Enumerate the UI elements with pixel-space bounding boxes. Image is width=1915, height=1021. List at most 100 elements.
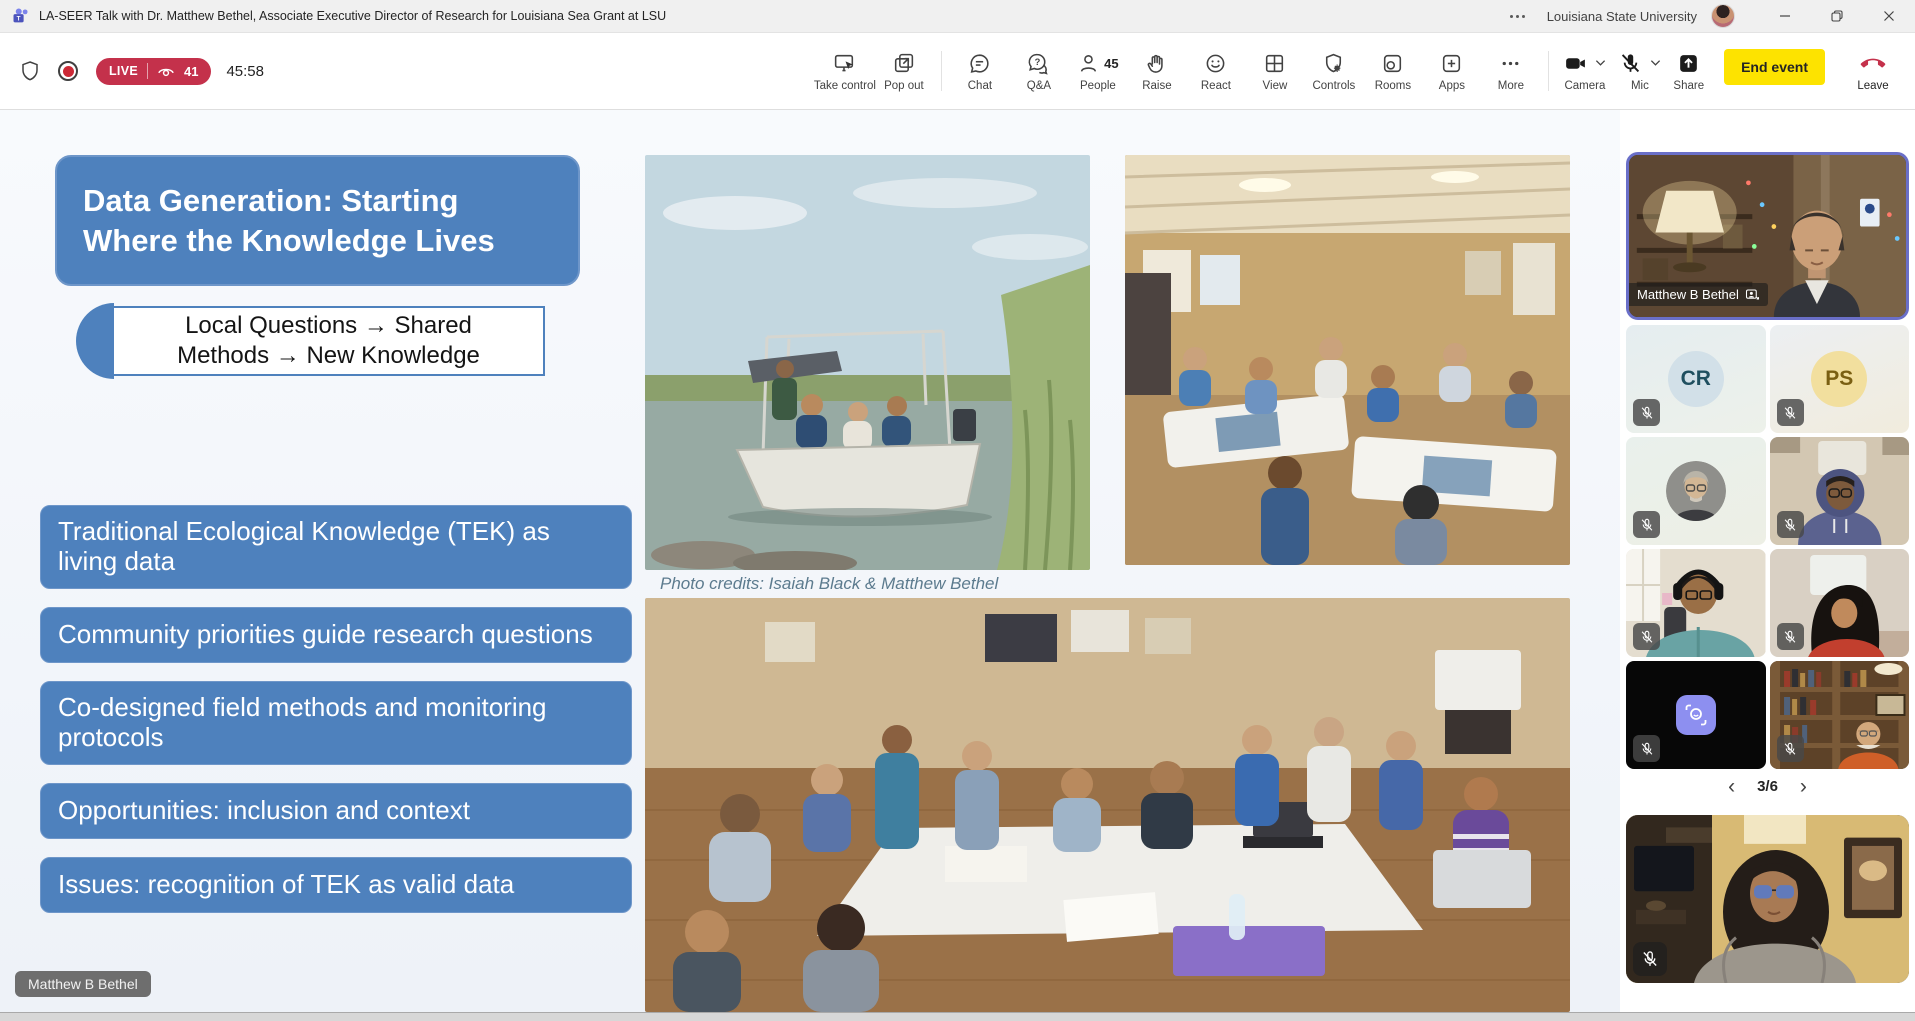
meeting-toolbar: LIVE 41 45:58 Take control <box>0 33 1915 110</box>
self-view-scene <box>1626 815 1909 983</box>
people-count-badge: 45 <box>1104 51 1118 76</box>
mic-muted-icon <box>1639 741 1655 757</box>
qa-button[interactable]: ? Q&A <box>1009 51 1068 92</box>
react-smiley-icon <box>1203 51 1228 76</box>
photo-boat-fieldwork <box>645 155 1090 570</box>
raise-hand-button[interactable]: Raise <box>1127 51 1186 92</box>
mic-button[interactable]: Mic <box>1618 51 1661 92</box>
mic-muted-badge <box>1633 399 1660 426</box>
react-button[interactable]: React <box>1186 51 1245 92</box>
participant-initials-avatar: PS <box>1811 351 1867 407</box>
camera-button[interactable]: Camera <box>1563 51 1606 92</box>
restore-icon <box>1831 10 1843 22</box>
mic-chevron-down-icon[interactable] <box>1650 59 1661 67</box>
prev-page-icon[interactable]: ‹ <box>1722 774 1741 799</box>
view-button[interactable]: View <box>1245 51 1304 92</box>
recording-indicator-icon <box>58 61 78 81</box>
bottom-edge-bar <box>0 1012 1915 1021</box>
chat-button[interactable]: Chat <box>950 51 1009 92</box>
apps-button[interactable]: Apps <box>1422 51 1481 92</box>
close-icon <box>1883 10 1895 22</box>
mic-muted-icon <box>1639 405 1655 421</box>
people-icon <box>1077 51 1102 76</box>
live-label: LIVE <box>109 64 138 78</box>
mic-muted-icon <box>1639 629 1655 645</box>
titlebar-more-icon[interactable] <box>1506 11 1529 22</box>
next-page-icon[interactable]: › <box>1794 774 1813 799</box>
mic-muted-badge <box>1777 511 1804 538</box>
slide-bullet: Traditional Ecological Knowledge (TEK) a… <box>40 505 632 589</box>
mic-muted-icon <box>1782 741 1798 757</box>
more-dots-icon <box>1498 51 1523 76</box>
mic-muted-badge <box>1633 942 1667 976</box>
minimize-icon <box>1779 10 1791 22</box>
viewer-count: 41 <box>184 64 198 79</box>
apps-plus-icon <box>1439 51 1464 76</box>
participant-initials-avatar: CR <box>1668 351 1724 407</box>
rooms-icon <box>1380 51 1405 76</box>
participant-tile-initials[interactable]: PS <box>1770 325 1910 433</box>
slide-bullet: Opportunities: inclusion and context <box>40 783 632 839</box>
pop-out-button[interactable]: Pop out <box>874 51 933 92</box>
slide-bullet: Co-designed field methods and monitoring… <box>40 681 632 765</box>
mic-muted-badge <box>1633 735 1660 762</box>
participant-tile-video[interactable] <box>1626 549 1766 657</box>
participant-grid: CR PS <box>1626 325 1909 769</box>
mic-muted-icon <box>1782 405 1798 421</box>
slide-bullet-list: Traditional Ecological Knowledge (TEK) a… <box>40 505 632 913</box>
titlebar: T LA-SEER Talk with Dr. Matthew Bethel, … <box>0 0 1915 33</box>
meeting-timer: 45:58 <box>226 63 264 80</box>
participant-photo-avatar <box>1666 461 1726 521</box>
participant-tile-avatar-photo[interactable] <box>1626 437 1766 545</box>
privacy-shield-icon[interactable] <box>18 59 42 83</box>
mic-muted-badge <box>1777 399 1804 426</box>
self-view-tile[interactable] <box>1626 815 1909 983</box>
mic-muted-badge <box>1777 623 1804 650</box>
svg-text:T: T <box>17 15 21 22</box>
user-avatar[interactable] <box>1711 4 1735 28</box>
rooms-button[interactable]: Rooms <box>1363 51 1422 92</box>
camera-icon <box>1563 51 1588 76</box>
meeting-title: LA-SEER Talk with Dr. Matthew Bethel, As… <box>39 9 666 23</box>
chat-icon <box>967 51 992 76</box>
slide-title: Data Generation: Starting Where the Know… <box>55 155 580 286</box>
viewers-eye-icon <box>157 65 175 78</box>
mic-muted-icon <box>1640 949 1660 969</box>
participant-tile-video[interactable] <box>1770 549 1910 657</box>
more-button[interactable]: More <box>1481 51 1540 92</box>
participant-tile-video[interactable] <box>1770 661 1910 769</box>
pop-out-icon <box>891 51 916 76</box>
close-button[interactable] <box>1863 0 1915 33</box>
participant-tile-video[interactable] <box>1770 437 1910 545</box>
screen-control-icon <box>832 51 857 76</box>
speaker-name-tag: Matthew B Bethel <box>1629 283 1768 306</box>
restore-button[interactable] <box>1811 0 1863 33</box>
participant-pager: ‹ 3/6 › <box>1620 774 1915 799</box>
participant-tile-initials[interactable]: CR <box>1626 325 1766 433</box>
share-button[interactable]: Share <box>1673 51 1704 92</box>
minimize-button[interactable] <box>1759 0 1811 33</box>
participants-rail: Matthew B Bethel CR PS <box>1620 110 1915 1012</box>
raise-hand-icon <box>1144 51 1169 76</box>
end-event-button[interactable]: End event <box>1724 49 1825 85</box>
slide-bullet: Issues: recognition of TEK as valid data <box>40 857 632 913</box>
presenter-name-tag: Matthew B Bethel <box>15 971 151 997</box>
photo-community-workshop <box>1125 155 1570 565</box>
take-control-button[interactable]: Take control <box>815 51 874 92</box>
mic-muted-icon <box>1639 517 1655 533</box>
mic-muted-icon <box>1782 517 1798 533</box>
speaker-video-tile[interactable]: Matthew B Bethel <box>1626 152 1909 320</box>
org-name: Louisiana State University <box>1547 9 1697 24</box>
camera-chevron-down-icon[interactable] <box>1595 59 1606 67</box>
controls-shield-gear-icon <box>1321 51 1346 76</box>
leave-button[interactable]: Leave <box>1847 50 1899 92</box>
controls-button[interactable]: Controls <box>1304 51 1363 92</box>
people-button[interactable]: 45 People <box>1068 51 1127 92</box>
mic-muted-badge <box>1777 735 1804 762</box>
spotlight-icon <box>1745 287 1760 302</box>
page-indicator: 3/6 <box>1757 778 1778 795</box>
teams-meeting-window: T LA-SEER Talk with Dr. Matthew Bethel, … <box>0 0 1915 1021</box>
slide-flow-text: Local Questions → Shared Methods → New K… <box>164 311 494 371</box>
participant-tile-camera-off[interactable] <box>1626 661 1766 769</box>
live-badge: LIVE 41 <box>96 58 211 85</box>
